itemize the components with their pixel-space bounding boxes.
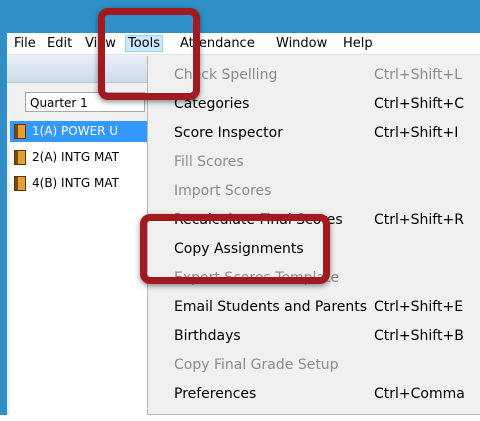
gradebook-icon (14, 124, 26, 139)
menu-attendance[interactable]: Attendance (177, 35, 258, 52)
gradebook-icon (14, 150, 26, 165)
class-item[interactable]: 2(A) INTG MAT (10, 147, 147, 168)
menu-item-import-scores[interactable]: Import Scores (148, 178, 478, 204)
menu-item-fill-scores[interactable]: Fill Scores (148, 149, 478, 175)
menu-edit[interactable]: Edit (44, 35, 75, 52)
menu-item-preferences[interactable]: Preferences Ctrl+Comma (148, 381, 478, 407)
menu-item-recalculate-final-scores[interactable]: Recalculate Final Scores Ctrl+Shift+R (148, 207, 478, 233)
menu-item-email-students-parents[interactable]: Email Students and Parents Ctrl+Shift+E (148, 294, 478, 320)
menu-help[interactable]: Help (340, 35, 376, 52)
menu-item-export-scores-template[interactable]: Export Scores Template (148, 265, 478, 291)
class-list: 1(A) POWER U 2(A) INTG MAT 4(B) INTG MAT (10, 121, 150, 421)
menu-item-check-spelling[interactable]: Check Spelling Ctrl+Shift+L (148, 62, 478, 88)
class-item[interactable]: 1(A) POWER U (10, 121, 147, 142)
menu-item-copy-assignments[interactable]: Copy Assignments (148, 236, 478, 262)
menu-item-birthdays[interactable]: Birthdays Ctrl+Shift+B (148, 323, 478, 349)
menu-bar: File Edit View Tools Attendance Window H… (7, 33, 480, 55)
menu-view[interactable]: View (82, 35, 119, 52)
term-select[interactable]: Quarter 1 (25, 92, 145, 112)
menu-item-copy-final-grade-setup[interactable]: Copy Final Grade Setup (148, 352, 478, 378)
menu-file[interactable]: File (11, 35, 39, 52)
menu-tools[interactable]: Tools (125, 35, 164, 52)
menu-item-score-inspector[interactable]: Score Inspector Ctrl+Shift+I (148, 120, 478, 146)
menu-item-categories[interactable]: Categories Ctrl+Shift+C (148, 91, 478, 117)
gradebook-icon (14, 176, 26, 191)
menu-window[interactable]: Window (273, 35, 330, 52)
class-item[interactable]: 4(B) INTG MAT (10, 173, 147, 194)
pane-header (7, 56, 147, 83)
tools-menu: Check Spelling Ctrl+Shift+L Categories Ctr… (147, 56, 480, 415)
